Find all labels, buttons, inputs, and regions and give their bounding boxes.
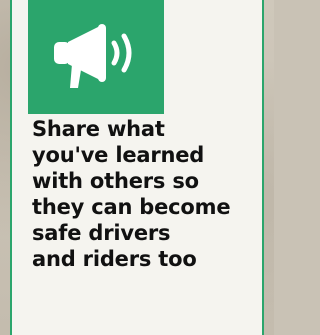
message-line: and riders too	[32, 247, 197, 271]
megaphone-icon	[54, 24, 132, 88]
message-line: with others so	[32, 169, 199, 193]
message-line: you've learned	[32, 143, 205, 167]
message-line: safe drivers	[32, 221, 171, 245]
message-line: they can become	[32, 195, 231, 219]
info-card: Share what you've learned with others so…	[10, 0, 264, 335]
message-text: Share what you've learned with others so…	[32, 116, 264, 272]
icon-tile	[28, 0, 164, 114]
message-line: Share what	[32, 117, 165, 141]
